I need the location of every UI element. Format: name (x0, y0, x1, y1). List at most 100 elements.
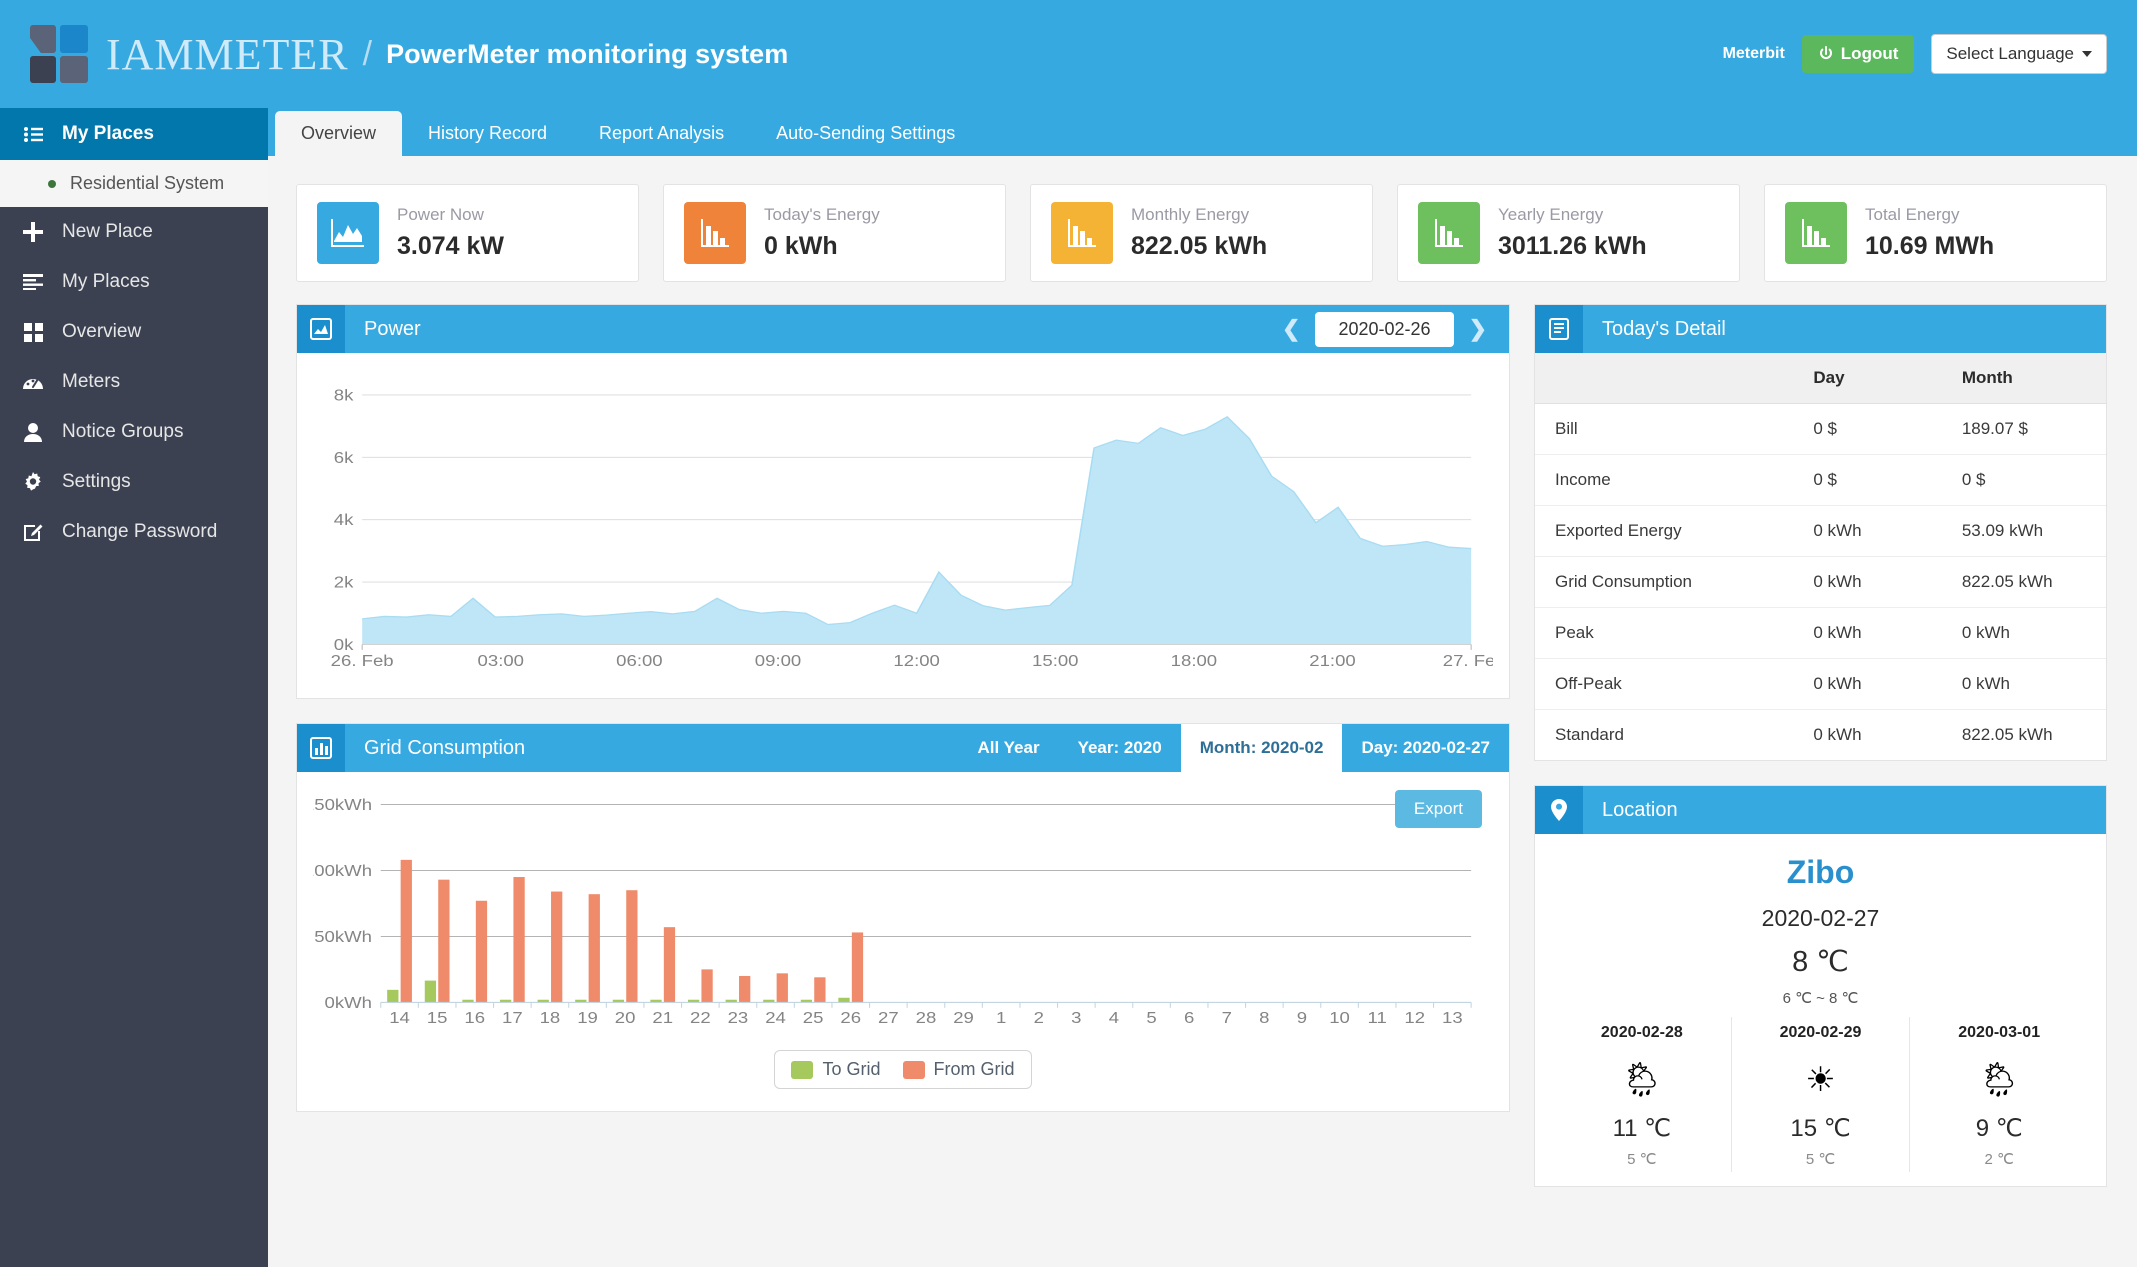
sidebar-item-overview[interactable]: Overview (0, 307, 268, 357)
right-column: Today's Detail Day Month Bill 0 $ 189.07… (1534, 304, 2107, 1211)
chevron-right-icon[interactable]: ❯ (1469, 316, 1487, 342)
forecast-low: 5 ℃ (1805, 1151, 1836, 1168)
sidebar-item-residential-system[interactable]: Residential System (0, 160, 268, 207)
rain-sun-icon: 🌦 (1620, 1061, 1664, 1099)
sidebar-item-label: Overview (62, 321, 142, 342)
sidebar-item-new-place[interactable]: New Place (0, 207, 268, 257)
power-panel-title: Power (364, 317, 421, 340)
select-language-dropdown[interactable]: Select Language (1931, 34, 2107, 74)
row-month: 189.07 $ (1951, 403, 2106, 455)
tab-overview[interactable]: Overview (275, 111, 403, 156)
row-month: 0 $ (1951, 454, 2106, 506)
export-button[interactable]: Export (1394, 790, 1482, 828)
sidebar-item-notice-groups[interactable]: Notice Groups (0, 407, 268, 457)
svg-text:1: 1 (996, 1010, 1006, 1027)
col-header-day: Day (1803, 353, 1952, 404)
svg-text:28: 28 (916, 1010, 937, 1027)
row-label: Peak (1535, 607, 1804, 659)
sidebar-item-change-password[interactable]: Change Password (0, 507, 268, 557)
location-date: 2020-02-27 (1761, 905, 1880, 931)
tab-history-record[interactable]: History Record (402, 111, 573, 156)
svg-text:24: 24 (765, 1010, 786, 1027)
bar-chart-icon (1051, 202, 1113, 264)
row-label: Off-Peak (1535, 658, 1804, 710)
svg-text:10: 10 (1329, 1010, 1350, 1027)
logout-button[interactable]: Logout (1801, 35, 1915, 73)
forecast-day: 2020-02-28 🌦 11 ℃ 5 ℃ (1553, 1017, 1731, 1172)
row-day: 0 $ (1803, 454, 1952, 506)
kpi-label: Monthly Energy (1131, 205, 1250, 224)
grid-tab-day[interactable]: Day: 2020-02-27 (1342, 724, 1509, 772)
svg-text:27. Fel: 27. Fel (1443, 653, 1493, 670)
power-chart-body: 0k 2k 4k 6k 8k 26. Feb 03:00 06:00 09:00 12:00 15… (297, 353, 1509, 698)
kpi-label: Total Energy (1865, 205, 1960, 224)
sun-icon: ☀ (1805, 1061, 1836, 1099)
sidebar-header-label: My Places (62, 123, 154, 144)
svg-text:150kWh: 150kWh (313, 796, 372, 813)
sidebar-item-settings[interactable]: Settings (0, 457, 268, 507)
todays-detail-table: Day Month Bill 0 $ 189.07 $ Income 0 $ 0… (1535, 353, 2106, 760)
power-area-chart[interactable]: 0k 2k 4k 6k 8k 26. Feb 03:00 06:00 09:00 12:00 15… (313, 375, 1493, 688)
page-layout: My Places Residential System New Place M… (0, 108, 2137, 1267)
svg-text:09:00: 09:00 (755, 653, 801, 670)
kpi-label: Power Now (397, 205, 484, 224)
grid-panel-title: Grid Consumption (364, 736, 526, 759)
tab-report-analysis[interactable]: Report Analysis (573, 111, 750, 156)
sidebar-item-meters[interactable]: Meters (0, 357, 268, 407)
svg-text:11: 11 (1368, 1010, 1387, 1027)
svg-text:23: 23 (728, 1010, 749, 1027)
grid-panel-header: Grid Consumption All Year Year: 2020 Mon… (297, 724, 1509, 772)
kpi-label: Yearly Energy (1498, 205, 1604, 224)
row-day: 0 kWh (1813, 725, 1862, 744)
col-header-name (1535, 353, 1804, 404)
grid-tab-all-year[interactable]: All Year (959, 724, 1059, 772)
grid-consumption-bar-chart[interactable]: 0kWh50kWh100kWh150kWh 141516171819202122… (313, 790, 1493, 1034)
grid-tab-month[interactable]: Month: 2020-02 (1180, 724, 1343, 772)
sidebar-item-label: My Places (62, 271, 150, 292)
location-panel-header: Location (1535, 786, 2106, 834)
kpi-value: 10.69 MWh (1865, 232, 1995, 260)
forecast-high: 9 ℃ (1975, 1115, 2023, 1142)
kpi-card-total-energy: Total Energy 10.69 MWh (1764, 184, 2107, 282)
legend-item-from-grid[interactable]: From Grid (902, 1059, 1015, 1080)
kpi-value: 822.05 kWh (1131, 232, 1268, 260)
svg-text:26: 26 (840, 1010, 861, 1027)
sidebar-item-my-places[interactable]: My Places (0, 257, 268, 307)
row-label: Standard (1555, 725, 1624, 744)
legend-item-to-grid[interactable]: To Grid (791, 1059, 881, 1080)
grid-icon (20, 322, 46, 342)
grid-tab-year[interactable]: Year: 2020 (1059, 724, 1181, 772)
power-icon (1819, 46, 1832, 59)
legend-label: To Grid (822, 1059, 881, 1079)
table-row: Peak 0 kWh 0 kWh (1535, 607, 2106, 659)
tab-auto-sending-settings[interactable]: Auto-Sending Settings (750, 111, 981, 156)
kpi-value: 3.074 kW (397, 232, 505, 260)
row-day: 0 kWh (1803, 658, 1952, 710)
sidebar-item-label: New Place (62, 221, 153, 242)
row-day: 0 kWh (1803, 607, 1952, 659)
location-body: Zibo 2020-02-27 8 ℃ 6 ℃ ~ 8 ℃ 2020-02-28… (1535, 834, 2106, 1186)
bar-chart-icon (1785, 202, 1847, 264)
kpi-card-power-now: Power Now 3.074 kW (296, 184, 639, 282)
forecast-day: 2020-03-01 🌦 9 ℃ 2 ℃ (1909, 1017, 2088, 1172)
sidebar-header-my-places[interactable]: My Places (0, 108, 268, 160)
table-row: Grid Consumption 0 kWh 822.05 kWh (1535, 556, 2106, 608)
table-row: Exported Energy 0 kWh 53.09 kWh (1535, 505, 2106, 557)
rain-sun-icon: 🌦 (1977, 1061, 2021, 1099)
power-date-input[interactable]: 2020-02-26 (1315, 311, 1454, 347)
logout-label: Logout (1840, 44, 1899, 63)
forecast-date: 2020-02-28 (1600, 1024, 1683, 1041)
user-icon (20, 422, 46, 442)
todays-detail-title: Today's Detail (1602, 317, 1726, 340)
svg-text:2: 2 (1034, 1010, 1044, 1027)
list-lines-icon (20, 274, 46, 290)
bar-chart-icon (1418, 202, 1480, 264)
brand-name: IAMMETER (106, 29, 349, 79)
chevron-left-icon[interactable]: ❮ (1282, 316, 1300, 342)
kpi-value: 3011.26 kWh (1498, 232, 1647, 260)
svg-text:0kWh: 0kWh (325, 994, 372, 1011)
power-date-nav: ❮ 2020-02-26 ❯ (1282, 311, 1509, 347)
kpi-card-yearly-energy: Yearly Energy 3011.26 kWh (1397, 184, 1740, 282)
svg-text:27: 27 (878, 1010, 899, 1027)
main-content: Overview History Record Report Analysis … (268, 108, 2137, 1267)
